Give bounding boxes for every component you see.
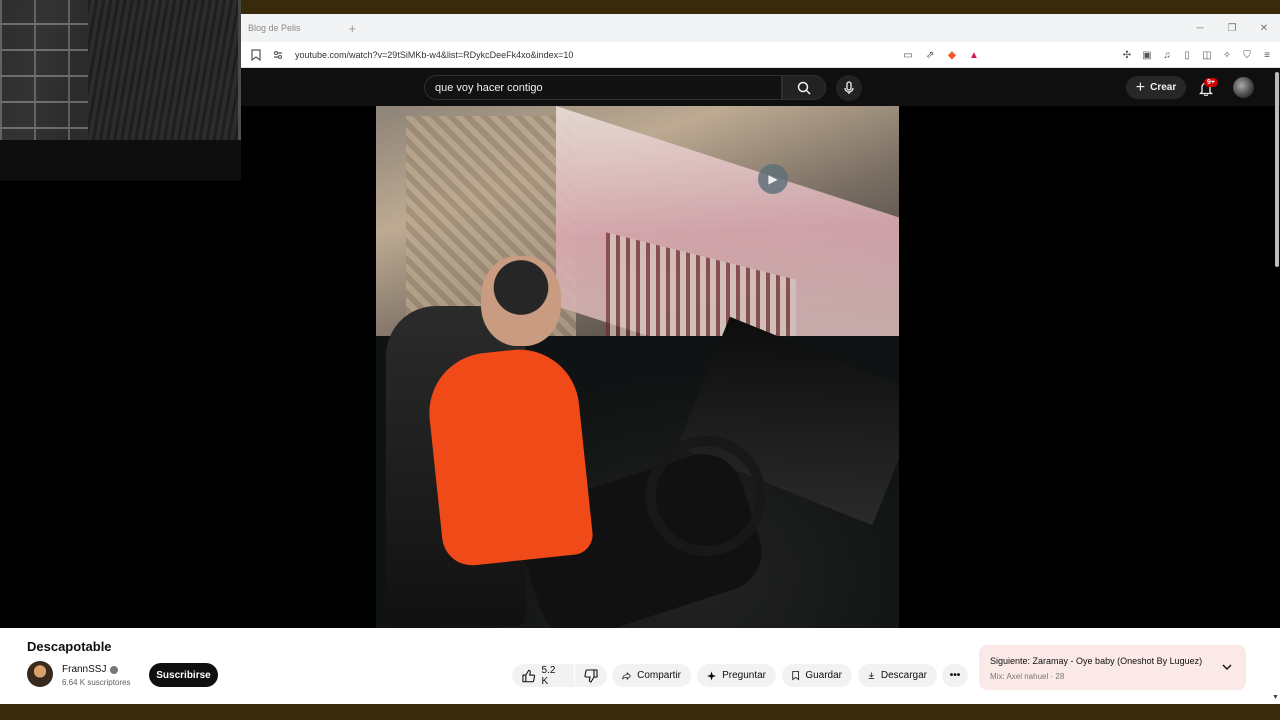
window-controls: ─ ❐ ✕ (1184, 14, 1280, 42)
sidebar-icon[interactable]: ▯ (1180, 48, 1194, 62)
channel-avatar[interactable] (27, 661, 53, 687)
video-title: Descapotable (27, 639, 112, 654)
thumbs-down-icon (584, 668, 598, 683)
plus-icon: + (1135, 78, 1146, 96)
cast-icon[interactable]: ▭ (901, 48, 915, 62)
up-next-title-row: Siguiente: Zaramay - Oye baby (Oneshot B… (990, 656, 1202, 666)
download-button[interactable]: Descargar (858, 664, 937, 687)
screenshot-icon[interactable]: ▣ (1140, 48, 1154, 62)
share-button[interactable]: Compartir (612, 664, 691, 687)
menu-icon[interactable]: ≡ (1260, 48, 1274, 62)
browser-tab-bar: Blog de Pelis + ─ ❐ ✕ (241, 14, 1280, 42)
address-actions: ▭ ⇗ ◆ ▲ (901, 42, 981, 68)
more-actions-button[interactable]: ••• (942, 664, 968, 687)
up-next-card[interactable]: Siguiente: Zaramay - Oye baby (Oneshot B… (979, 645, 1246, 690)
save-button[interactable]: Guardar (782, 664, 852, 687)
notification-badge: 9+ (1204, 78, 1218, 87)
restore-button[interactable]: ❐ (1216, 14, 1248, 42)
dislike-button[interactable] (575, 664, 607, 687)
media-icon[interactable]: ♫ (1160, 48, 1174, 62)
microphone-icon (844, 81, 854, 94)
up-next-prefix: Siguiente: (990, 656, 1031, 666)
search-icon (797, 81, 811, 95)
site-settings-icon[interactable] (271, 48, 285, 62)
search-button[interactable] (782, 75, 826, 100)
brave-shields-icon[interactable]: ◆ (945, 48, 959, 62)
brave-rewards-icon[interactable]: ▲ (967, 48, 981, 62)
video-frame-head (481, 256, 561, 346)
account-avatar[interactable] (1233, 77, 1254, 98)
subscriber-count: 6.64 K suscriptores (62, 678, 131, 687)
create-label: Crear (1150, 82, 1177, 93)
wallet-icon[interactable]: ◫ (1200, 48, 1214, 62)
download-label: Descargar (880, 670, 927, 681)
search-query: que voy hacer contigo (435, 81, 543, 94)
scrollbar-thumb[interactable] (1275, 72, 1279, 267)
like-count: 5.2 K (541, 664, 556, 687)
leo-ai-icon[interactable]: ✧ (1220, 48, 1234, 62)
scroll-down-arrow[interactable]: ▼ (1272, 694, 1279, 701)
channel-name[interactable]: FrannSSJ (62, 664, 106, 675)
share-label: Compartir (637, 670, 681, 681)
share-page-icon[interactable]: ⇗ (923, 48, 937, 62)
youtube-header: que voy hacer contigo + Crear 9+ (241, 68, 1280, 106)
up-next-mix: Mix: Axel nahuel · 28 (990, 672, 1065, 681)
vpn-shield-icon[interactable]: ⛉ (1240, 48, 1254, 62)
video-player[interactable]: ▶ (376, 106, 899, 628)
new-tab-button[interactable]: + (349, 21, 357, 36)
search-input[interactable]: que voy hacer contigo (424, 75, 782, 100)
address-bar: youtube.com/watch?v=29tSiMKb-w4&list=RDy… (241, 42, 1280, 68)
bookmark-icon[interactable] (249, 48, 263, 62)
video-info-bar: Descapotable FrannSSJ 6.64 K suscriptore… (0, 628, 1280, 704)
sparkle-icon (707, 670, 717, 681)
extensions-icon[interactable]: ✣ (1120, 48, 1134, 62)
voice-search-button[interactable] (836, 75, 862, 101)
webcam-overlay (0, 0, 241, 181)
like-button[interactable]: 5.2 K (512, 664, 574, 687)
up-next-title: Zaramay - Oye baby (Oneshot By Luguez) (1032, 656, 1203, 666)
close-window-button[interactable]: ✕ (1248, 14, 1280, 42)
play-icon[interactable]: ▶ (758, 164, 788, 194)
chevron-down-icon[interactable] (1220, 660, 1234, 674)
thumbs-up-icon (522, 669, 536, 682)
video-frame-steering-wheel (646, 436, 766, 556)
share-icon (622, 671, 631, 680)
save-label: Guardar (805, 670, 842, 681)
subscribe-button[interactable]: Suscribirse (149, 663, 218, 687)
verified-icon (110, 665, 119, 674)
toolbar-icons: ✣ ▣ ♫ ▯ ◫ ✧ ⛉ ≡ (1120, 42, 1274, 68)
ask-label: Preguntar (722, 670, 766, 681)
video-frame-shirt (423, 343, 595, 569)
download-icon (868, 672, 875, 679)
bottom-border (0, 704, 1280, 720)
create-button[interactable]: + Crear (1126, 76, 1186, 99)
channel-name-row[interactable]: FrannSSJ (62, 664, 119, 675)
bookmark-save-icon (792, 671, 799, 681)
browser-tab[interactable]: Blog de Pelis (248, 23, 301, 33)
ask-button[interactable]: Preguntar (697, 664, 776, 687)
url-field[interactable]: youtube.com/watch?v=29tSiMKb-w4&list=RDy… (295, 50, 895, 60)
minimize-button[interactable]: ─ (1184, 14, 1216, 42)
webcam-floor (0, 140, 241, 181)
